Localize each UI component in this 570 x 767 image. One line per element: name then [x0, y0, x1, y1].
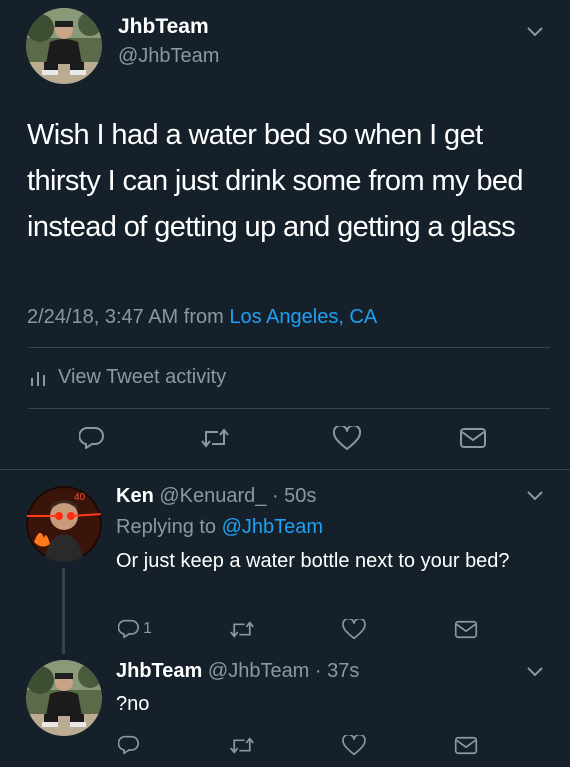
- reply-handle[interactable]: @Kenuard_: [159, 485, 266, 507]
- tweet-timestamp: 2/24/18, 3:47 AM from Los Angeles, CA: [27, 306, 377, 329]
- like-button[interactable]: [333, 426, 361, 451]
- replying-to-line: Replying to @JhbTeam: [116, 516, 323, 539]
- retweet-icon: [230, 737, 254, 754]
- reply-time: · 50s: [266, 485, 317, 507]
- reply-display-name[interactable]: JhbTeam: [116, 660, 202, 682]
- like-button[interactable]: [342, 735, 366, 756]
- retweet-button[interactable]: [200, 427, 230, 449]
- divider: [28, 408, 550, 409]
- reply-header: Ken @Kenuard_ · 50s: [116, 485, 316, 508]
- divider: [28, 347, 550, 348]
- replying-to-label: Replying to: [116, 516, 222, 538]
- direct-message-button[interactable]: [459, 427, 487, 449]
- message-icon: [460, 428, 486, 448]
- author-display-name[interactable]: JhbTeam: [118, 15, 209, 39]
- message-icon: [454, 620, 478, 639]
- divider: [0, 469, 570, 470]
- reply-avatar[interactable]: [26, 660, 102, 736]
- retweet-icon: [201, 428, 229, 448]
- reply-button[interactable]: [118, 735, 140, 755]
- svg-text:40: 40: [74, 492, 86, 503]
- reply-icon: [118, 735, 139, 755]
- like-icon: [342, 735, 366, 756]
- reply-icon: [79, 426, 104, 449]
- reply-icon: [118, 619, 139, 639]
- like-icon: [342, 619, 366, 640]
- caret-down-icon[interactable]: [526, 666, 544, 678]
- reply-text: Or just keep a water bottle next to your…: [116, 550, 510, 572]
- like-icon: [333, 426, 361, 450]
- author-avatar[interactable]: [26, 8, 102, 84]
- reply-time: · 37s: [309, 660, 360, 682]
- reply-handle[interactable]: @JhbTeam: [208, 660, 309, 682]
- reply-avatar[interactable]: 40: [26, 486, 102, 562]
- reply-count: 1: [143, 620, 152, 637]
- retweet-button[interactable]: [229, 736, 255, 755]
- reply-display-name[interactable]: Ken: [116, 485, 154, 507]
- tweet-detail-screen: JhbTeam @JhbTeam Wish I had a water bed …: [0, 0, 570, 767]
- thread-connector-line: [62, 568, 65, 654]
- stats-bars-icon: [31, 371, 45, 386]
- direct-message-button[interactable]: [454, 736, 478, 755]
- reply-button[interactable]: 1: [118, 619, 152, 639]
- replying-to-mention[interactable]: @JhbTeam: [222, 516, 323, 538]
- caret-down-icon[interactable]: [526, 26, 544, 38]
- direct-message-button[interactable]: [454, 620, 478, 639]
- caret-down-icon[interactable]: [526, 490, 544, 502]
- location-link[interactable]: Los Angeles, CA: [229, 306, 377, 328]
- retweet-button[interactable]: [229, 620, 255, 639]
- reply-text: ?no: [116, 693, 150, 715]
- view-tweet-activity-link[interactable]: View Tweet activity: [30, 366, 226, 389]
- view-tweet-activity-label: View Tweet activity: [58, 366, 227, 388]
- retweet-icon: [230, 621, 254, 638]
- author-handle[interactable]: @JhbTeam: [118, 45, 219, 68]
- timestamp-date: 2/24/18, 3:47 AM from: [27, 306, 230, 328]
- tweet-text: Wish I had a water bed so when I get thi…: [27, 119, 524, 243]
- reply-header: JhbTeam @JhbTeam · 37s: [116, 660, 359, 683]
- like-button[interactable]: [342, 619, 366, 640]
- reply-button[interactable]: [79, 426, 105, 450]
- message-icon: [454, 736, 478, 755]
